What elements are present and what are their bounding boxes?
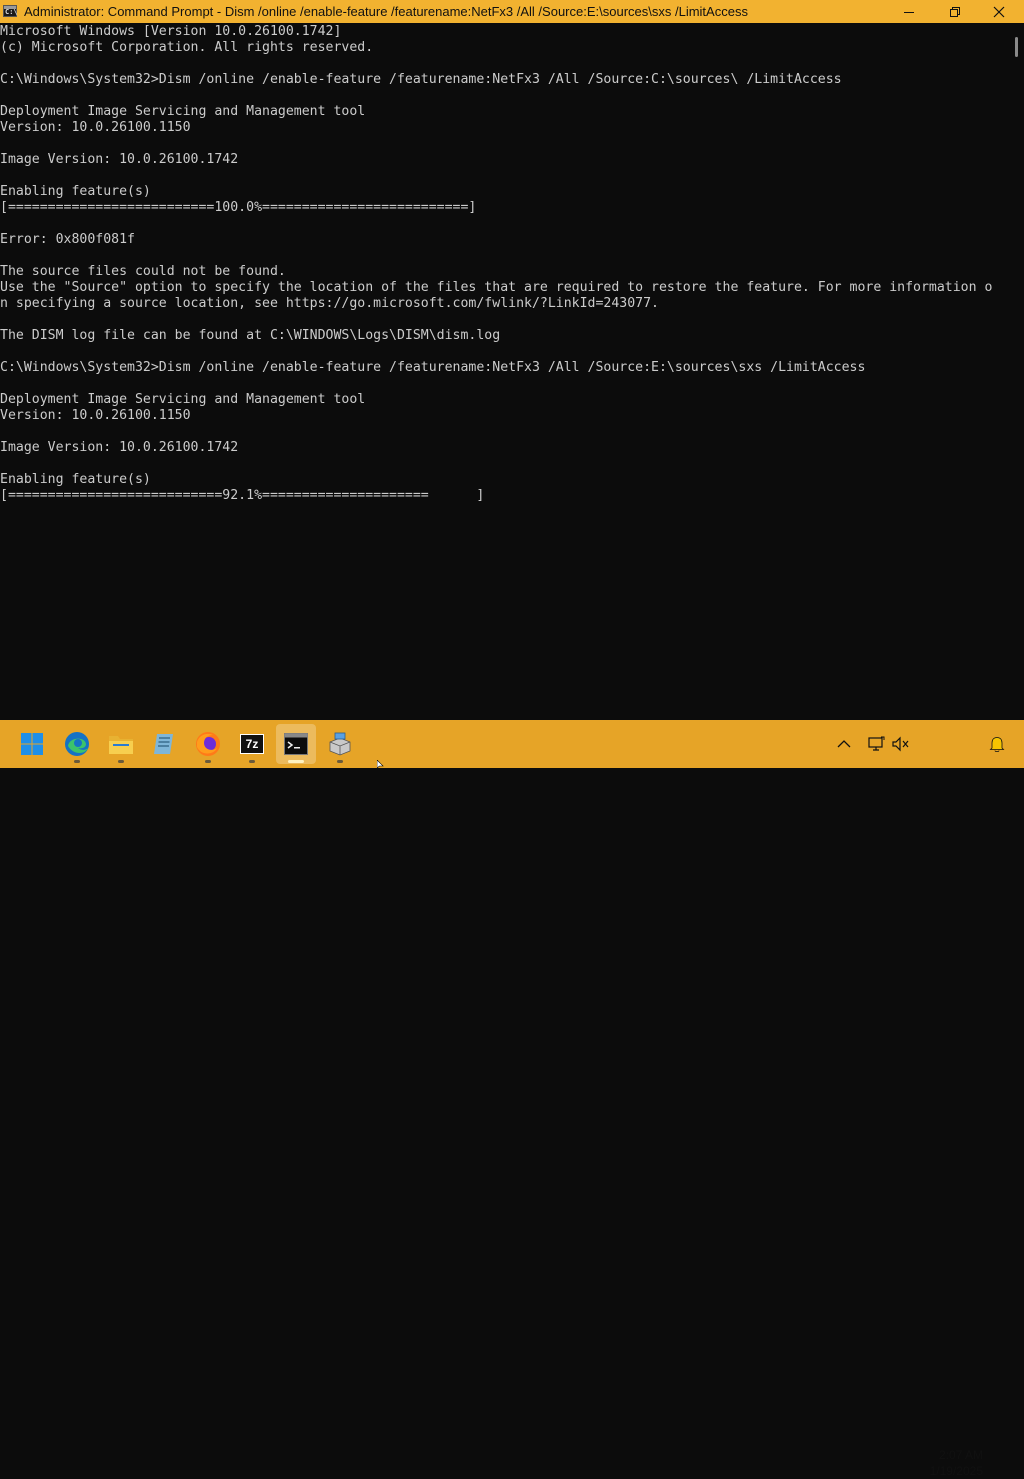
taskbar-firefox[interactable] [188,724,228,764]
console-line: Use the "Source" option to specify the l… [0,280,993,295]
console-line: Enabling feature(s) [0,184,151,199]
window-title: Administrator: Command Prompt - Dism /on… [24,4,748,19]
active-indicator [288,760,304,763]
console-line: C:\Windows\System32>Dism /online /enable… [0,360,866,375]
taskbar-command-prompt[interactable] [276,724,316,764]
console-line: [==========================100.0%=======… [0,200,477,215]
clock[interactable]: 2:07 AM 1/19/2025 [915,1447,983,1479]
console-line: Image Version: 10.0.26100.1742 [0,440,239,455]
running-indicator [118,760,124,763]
console-output[interactable]: Microsoft Windows [Version 10.0.26100.17… [0,23,1010,721]
vertical-scrollbar[interactable] [1010,23,1024,720]
cmd-icon[interactable]: C:\ [3,5,18,17]
console-line: [===========================92.1%=======… [0,488,485,503]
console-line: n specifying a source location, see http… [0,296,659,311]
console-line: Version: 10.0.26100.1150 [0,408,191,423]
command-prompt-icon [284,733,308,755]
running-indicator [205,760,211,763]
console-line: Microsoft Windows [Version 10.0.26100.17… [0,24,342,39]
command-prompt-window: C:\ Administrator: Command Prompt - Dism… [0,0,1024,720]
volume-muted-icon [892,736,909,752]
volume-button[interactable] [889,720,913,768]
firefox-icon [196,732,220,756]
taskbar-7zip[interactable]: 7z [232,724,272,764]
chevron-up-icon [837,740,851,748]
console-line: Deployment Image Servicing and Managemen… [0,392,366,407]
title-bar[interactable]: C:\ Administrator: Command Prompt - Dism… [0,0,1024,23]
taskbar: 7z 2:07 AM 1/19/2025 [0,720,1024,1478]
network-icon [868,736,885,751]
notifications-button[interactable] [985,720,1009,768]
show-hidden-icons-button[interactable] [832,720,856,768]
start-button[interactable] [12,724,52,764]
installer-icon [329,732,351,756]
console-line: Deployment Image Servicing and Managemen… [0,104,366,119]
running-indicator [249,760,255,763]
taskbar-file-explorer[interactable] [101,724,141,764]
running-indicator [337,760,343,763]
taskbar-edge[interactable] [57,724,97,764]
console-line: C:\Windows\System32>Dism /online /enable… [0,72,842,87]
minimize-icon [904,11,914,13]
taskbar-notepad[interactable] [144,724,184,764]
console-line: Version: 10.0.26100.1150 [0,120,191,135]
scrollbar-thumb[interactable] [1015,37,1018,57]
file-explorer-icon [109,736,133,754]
edge-icon [65,732,89,756]
running-indicator [74,760,80,763]
clock-date: 1/19/2025 [929,1464,983,1478]
notepad-icon [154,734,173,754]
console-line: Enabling feature(s) [0,472,151,487]
console-line: The DISM log file can be found at C:\WIN… [0,328,501,343]
console-line: (c) Microsoft Corporation. All rights re… [0,40,374,55]
console-line: Error: 0x800f081f [0,232,135,247]
close-button[interactable] [976,0,1022,23]
minimize-button[interactable] [886,0,932,23]
network-button[interactable] [864,720,888,768]
close-icon [993,6,1005,17]
taskbar-installer[interactable] [320,724,360,764]
restore-icon [950,6,960,17]
mouse-cursor-icon [377,760,384,768]
7zip-icon: 7z [240,734,264,754]
7zip-label: 7z [245,737,259,751]
console-line: The source files could not be found. [0,264,286,279]
clock-time: 2:07 AM [938,1448,983,1462]
console-line: Image Version: 10.0.26100.1742 [0,152,239,167]
notification-bell-icon [989,737,1005,753]
maximize-button[interactable] [932,0,978,23]
start-icon [21,733,43,755]
